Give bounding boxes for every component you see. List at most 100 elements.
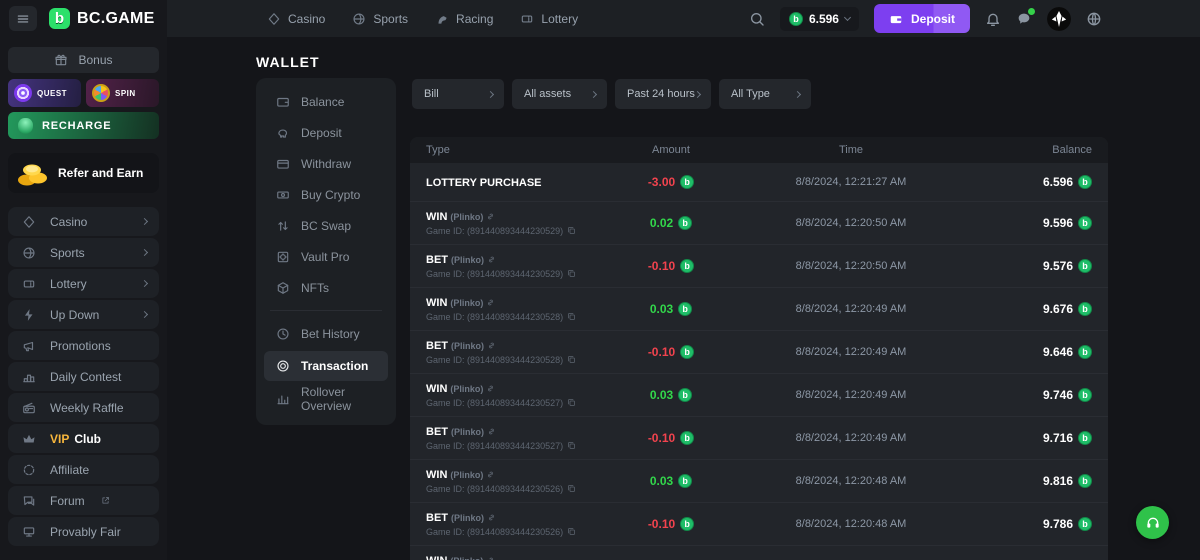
sidebar-item-label: Sports [50,246,85,260]
sidebar-item-provably-fair[interactable]: Provably Fair [8,517,159,546]
filter-label: Past 24 hours [627,88,695,100]
chat-button[interactable] [1016,11,1032,27]
copy-icon[interactable] [567,484,576,493]
sidebar-item-casino[interactable]: Casino [8,207,159,236]
wallet-nav-rollover-overview[interactable]: Rollover Overview [256,383,396,414]
bonus-button[interactable]: Bonus [8,47,159,73]
crown-icon [22,432,36,446]
filter-type[interactable]: All Type [719,79,811,109]
nav-label: Lottery [541,12,578,26]
balance-selector[interactable]: b 6.596 [780,7,859,31]
wallet-nav-bc-swap[interactable]: BC Swap [256,210,396,241]
transaction-amount: 0.02b [650,216,692,230]
sports-icon [352,12,366,26]
copy-icon[interactable] [567,398,576,407]
filter-bill[interactable]: Bill [412,79,504,109]
hamburger-menu-button[interactable] [9,6,37,31]
transaction-type: BET [426,512,448,524]
podium-icon [22,370,36,384]
nav-label: Sports [373,12,408,26]
bc-coin-icon: b [1078,431,1092,445]
sidebar-item-affiliate[interactable]: Affiliate [8,455,159,484]
brand-logo[interactable]: b BC.GAME [49,8,155,29]
table-row: WIN(Plinko) Game ID: (891440893444230528… [410,287,1108,330]
copy-icon[interactable] [567,269,576,278]
bc-coin-icon: b [789,12,803,26]
link-icon[interactable] [487,427,496,436]
bc-coin-icon: b [1078,517,1092,531]
link-icon[interactable] [486,384,495,393]
sidebar-item-promotions[interactable]: Promotions [8,331,159,360]
quest-target-icon [14,84,32,102]
transaction-type: BET [426,340,448,352]
copy-icon[interactable] [567,226,576,235]
spin-button[interactable]: SPIN [86,79,159,107]
copy-icon[interactable] [567,355,576,364]
refer-and-earn-button[interactable]: Refer and Earn [8,153,159,193]
recharge-button[interactable]: RECHARGE [8,112,159,139]
chevron-right-icon [141,249,148,256]
language-button[interactable] [1086,11,1102,27]
quest-button[interactable]: QUEST [8,79,81,107]
sidebar-item-up-down[interactable]: Up Down [8,300,159,329]
link-icon[interactable] [486,470,495,479]
search-button[interactable] [749,11,765,27]
copy-icon[interactable] [567,527,576,536]
wallet-nav-bet-history[interactable]: Bet History [256,318,396,349]
wallet-nav-balance[interactable]: Balance [256,86,396,117]
wallet-nav-buy-crypto[interactable]: Buy Crypto [256,179,396,210]
copy-icon[interactable] [567,441,576,450]
nav-racing[interactable]: Racing [435,12,493,26]
table-row: WIN(Plinko) Game ID: (891440893444230525… [410,545,1108,560]
transaction-time: 8/8/2024, 12:20:49 AM [796,303,907,315]
link-icon[interactable] [486,556,495,560]
divider [270,310,382,311]
transaction-balance: 9.576b [1043,259,1092,273]
link-icon[interactable] [486,212,495,221]
spin-label: SPIN [115,89,136,98]
wallet-nav-vault-pro[interactable]: Vault Pro [256,241,396,272]
link-icon[interactable] [487,513,496,522]
deposit-button[interactable]: Deposit [874,4,970,33]
wallet-nav-deposit[interactable]: Deposit [256,117,396,148]
monitor-icon [22,525,36,539]
sports-icon [22,246,36,260]
transaction-time: 8/8/2024, 12:21:27 AM [796,176,907,188]
nav-casino[interactable]: Casino [267,12,325,26]
nav-sports[interactable]: Sports [352,12,408,26]
copy-icon[interactable] [567,312,576,321]
link-icon[interactable] [486,298,495,307]
affiliate-icon [22,463,36,477]
transaction-amount: -0.10b [648,517,694,531]
game-name: (Plinko) [450,556,483,560]
quest-label: QUEST [37,89,67,98]
link-icon[interactable] [487,341,496,350]
table-row: WIN(Plinko) Game ID: (891440893444230529… [410,201,1108,244]
sidebar-item-sports[interactable]: Sports [8,238,159,267]
link-icon[interactable] [487,255,496,264]
transaction-amount: -3.00b [648,175,694,189]
sidebar-item-forum[interactable]: Forum [8,486,159,515]
balance-value: 6.596 [809,12,839,26]
sidebar-item-daily-contest[interactable]: Daily Contest [8,362,159,391]
wallet-nav-withdraw[interactable]: Withdraw [256,148,396,179]
bell-icon [985,11,1001,27]
filter-assets[interactable]: All assets [512,79,607,109]
user-avatar[interactable] [1047,7,1071,31]
wallet-nav-transaction[interactable]: Transaction [264,351,388,381]
chevron-right-icon [590,90,597,97]
support-button[interactable] [1136,506,1169,539]
notifications-button[interactable] [985,11,1001,27]
transaction-time: 8/8/2024, 12:20:49 AM [796,432,907,444]
lottery-ticket-icon [520,12,534,26]
wallet-nav-nfts[interactable]: NFTs [256,272,396,303]
transaction-time: 8/8/2024, 12:20:50 AM [796,260,907,272]
sidebar-item-label: Affiliate [50,463,89,477]
sidebar-item-weekly-raffle[interactable]: Weekly Raffle [8,393,159,422]
transaction-table: Type Amount Time Balance LOTTERY PURCHAS… [410,137,1108,560]
nav-lottery[interactable]: Lottery [520,12,578,26]
sidebar-item-vip-club[interactable]: VIP Club [8,424,159,453]
filter-time-range[interactable]: Past 24 hours [615,79,711,109]
header-nav: Casino Sports Racing Lottery [267,12,578,26]
sidebar-item-lottery[interactable]: Lottery [8,269,159,298]
